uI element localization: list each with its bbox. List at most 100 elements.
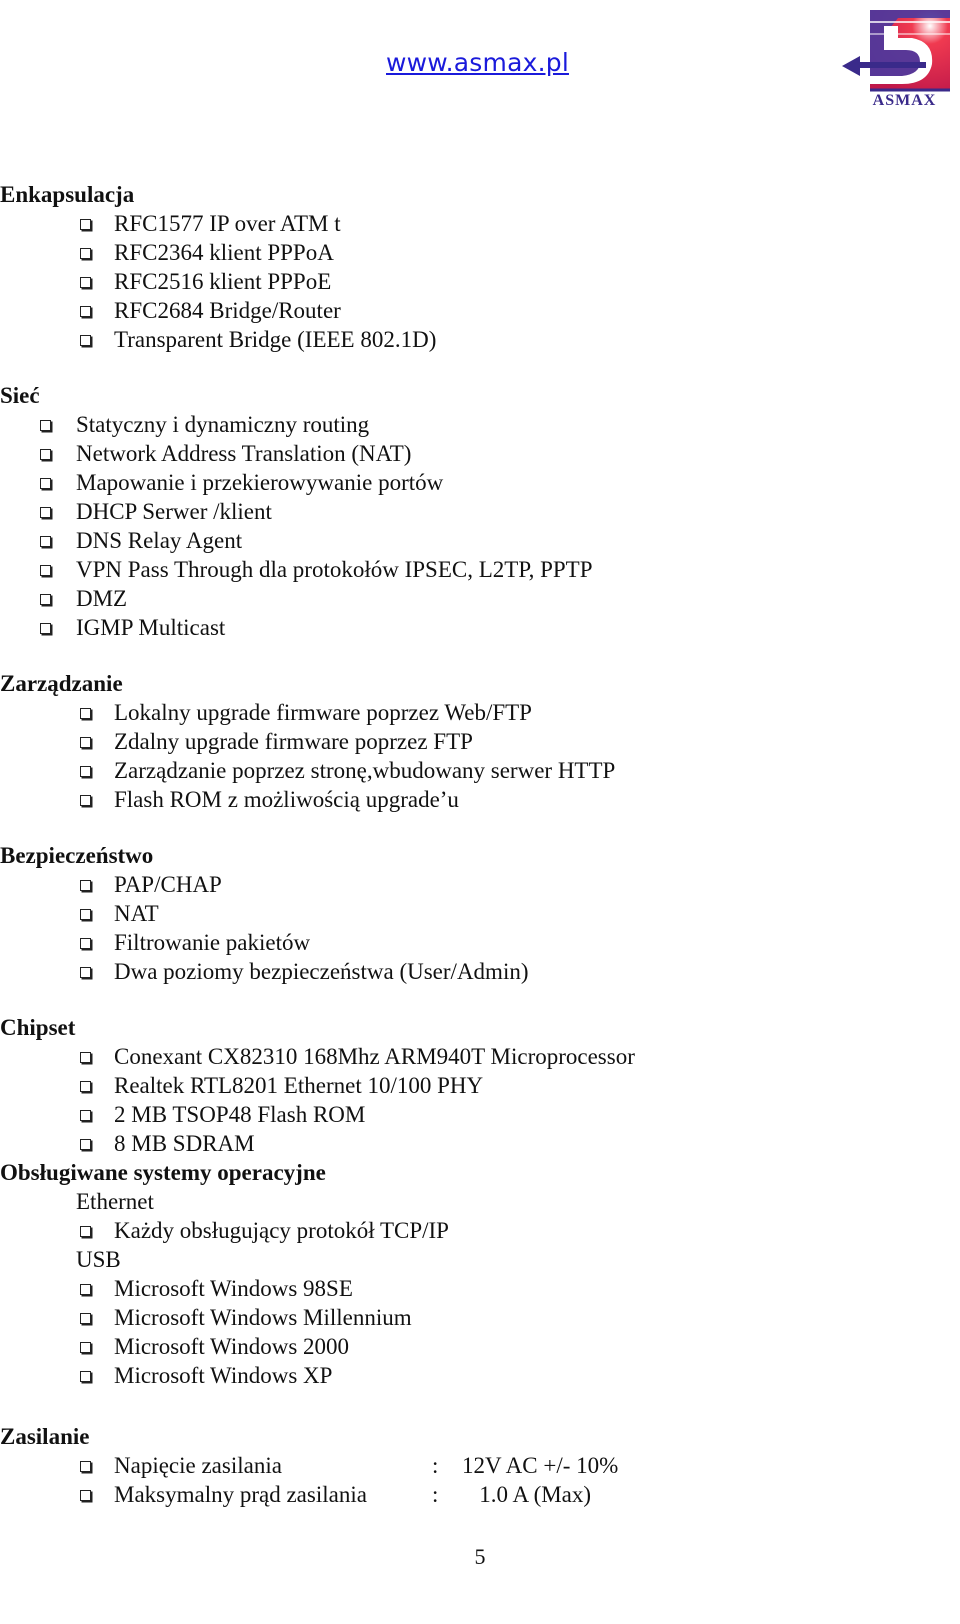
asmax-logo-icon (842, 10, 950, 92)
power-separator: : (432, 1482, 439, 1507)
management-list: Lokalny upgrade firmware poprzez Web/FTP… (0, 698, 960, 814)
list-item: PAP/CHAP (0, 870, 960, 899)
checkbox-bullet-icon (40, 536, 51, 547)
item-text: VPN Pass Through dla protokołów IPSEC, L… (76, 557, 593, 582)
checkbox-bullet-icon (80, 880, 91, 891)
item-text: PAP/CHAP (114, 872, 222, 897)
os-usb-list: Microsoft Windows 98SE Microsoft Windows… (0, 1274, 960, 1390)
checkbox-bullet-icon (80, 1490, 91, 1501)
list-item: Microsoft Windows XP (0, 1361, 960, 1390)
checkbox-bullet-icon (80, 219, 91, 230)
page-number: 5 (474, 1544, 486, 1569)
item-text: RFC2364 klient PPPoA (114, 240, 334, 265)
checkbox-bullet-icon (80, 306, 91, 317)
os-usb-label: USB (76, 1247, 121, 1272)
list-item: Realtek RTL8201 Ethernet 10/100 PHY (0, 1071, 960, 1100)
item-text: Filtrowanie pakietów (114, 930, 311, 955)
list-item: DMZ (0, 584, 960, 613)
section-title-encapsulation: Enkapsulacja (0, 182, 135, 207)
section-title-management: Zarządzanie (0, 671, 123, 696)
section-title-network: Sieć (0, 383, 40, 408)
list-item: Zarządzanie poprzez stronę,wbudowany ser… (0, 756, 960, 785)
checkbox-bullet-icon (80, 1081, 91, 1092)
list-item: DNS Relay Agent (0, 526, 960, 555)
item-text: 2 MB TSOP48 Flash ROM (114, 1102, 366, 1127)
list-item: RFC2684 Bridge/Router (0, 296, 960, 325)
checkbox-bullet-icon (80, 1371, 91, 1382)
checkbox-bullet-icon (40, 565, 51, 576)
item-text: Microsoft Windows 2000 (114, 1334, 350, 1359)
item-text: DHCP Serwer /klient (76, 499, 272, 524)
item-text: Realtek RTL8201 Ethernet 10/100 PHY (114, 1073, 484, 1098)
checkbox-bullet-icon (80, 737, 91, 748)
list-item: Każdy obsługujący protokół TCP/IP (0, 1216, 960, 1245)
list-item: Microsoft Windows Millennium (0, 1303, 960, 1332)
list-item: Mapowanie i przekierowywanie portów (0, 468, 960, 497)
list-item: Microsoft Windows 98SE (0, 1274, 960, 1303)
asmax-logo: ASMAX (840, 4, 955, 112)
checkbox-bullet-icon (80, 1139, 91, 1150)
item-text: Conexant CX82310 168Mhz ARM940T Micropro… (114, 1044, 635, 1069)
item-text: DMZ (76, 586, 128, 611)
item-text: Transparent Bridge (IEEE 802.1D) (114, 327, 437, 352)
item-text: Każdy obsługujący protokół TCP/IP (114, 1218, 449, 1243)
list-item: IGMP Multicast (0, 613, 960, 642)
checkbox-bullet-icon (80, 1226, 91, 1237)
checkbox-bullet-icon (80, 1342, 91, 1353)
encapsulation-list: RFC1577 IP over ATM t RFC2364 klient PPP… (0, 209, 960, 354)
list-item: 2 MB TSOP48 Flash ROM (0, 1100, 960, 1129)
power-separator: : (432, 1453, 439, 1478)
item-text: Lokalny upgrade firmware poprzez Web/FTP (114, 700, 532, 725)
power-value: 1.0 A (Max) (462, 1482, 592, 1507)
security-list: PAP/CHAP NAT Filtrowanie pakietów Dwa po… (0, 870, 960, 986)
os-ethernet-list: Każdy obsługujący protokół TCP/IP (0, 1216, 960, 1245)
power-label: Napięcie zasilania (114, 1453, 282, 1478)
power-label: Maksymalny prąd zasilania (114, 1482, 367, 1507)
item-text: RFC1577 IP over ATM t (114, 211, 341, 236)
os-ethernet-label: Ethernet (76, 1189, 154, 1214)
list-item: Statyczny i dynamiczny routing (0, 410, 960, 439)
list-item: Conexant CX82310 168Mhz ARM940T Micropro… (0, 1042, 960, 1071)
checkbox-bullet-icon (80, 795, 91, 806)
power-value: 12V AC +/- 10% (462, 1453, 619, 1478)
item-text: 8 MB SDRAM (114, 1131, 255, 1156)
list-item: Flash ROM z możliwością upgrade’u (0, 785, 960, 814)
item-text: Mapowanie i przekierowywanie portów (76, 470, 444, 495)
checkbox-bullet-icon (40, 507, 51, 518)
checkbox-bullet-icon (80, 708, 91, 719)
checkbox-bullet-icon (40, 623, 51, 634)
checkbox-bullet-icon (80, 1110, 91, 1121)
checkbox-bullet-icon (80, 277, 91, 288)
item-text: Microsoft Windows XP (114, 1363, 333, 1388)
checkbox-bullet-icon (80, 967, 91, 978)
list-item: Dwa poziomy bezpieczeństwa (User/Admin) (0, 957, 960, 986)
section-title-os: Obsługiwane systemy operacyjne (0, 1160, 326, 1185)
item-text: Zarządzanie poprzez stronę,wbudowany ser… (114, 758, 616, 783)
checkbox-bullet-icon (80, 1461, 91, 1472)
power-list: Napięcie zasilania:12V AC +/- 10% Maksym… (0, 1451, 960, 1509)
item-text: IGMP Multicast (76, 615, 226, 640)
list-item: RFC2516 klient PPPoE (0, 267, 960, 296)
spec-content: Enkapsulacja RFC1577 IP over ATM t RFC23… (0, 180, 960, 1509)
checkbox-bullet-icon (80, 1284, 91, 1295)
checkbox-bullet-icon (40, 594, 51, 605)
list-item: NAT (0, 899, 960, 928)
item-text: RFC2516 klient PPPoE (114, 269, 332, 294)
list-item: Network Address Translation (NAT) (0, 439, 960, 468)
item-text: NAT (114, 901, 159, 926)
chipset-list: Conexant CX82310 168Mhz ARM940T Micropro… (0, 1042, 960, 1158)
list-item: VPN Pass Through dla protokołów IPSEC, L… (0, 555, 960, 584)
power-row: Maksymalny prąd zasilania: 1.0 A (Max) (0, 1480, 960, 1509)
item-text: DNS Relay Agent (76, 528, 243, 553)
site-link[interactable]: www.asmax.pl (386, 48, 569, 77)
list-item: Filtrowanie pakietów (0, 928, 960, 957)
checkbox-bullet-icon (80, 335, 91, 346)
item-text: Microsoft Windows 98SE (114, 1276, 353, 1301)
checkbox-bullet-icon (40, 420, 51, 431)
list-item: RFC2364 klient PPPoA (0, 238, 960, 267)
section-title-power: Zasilanie (0, 1424, 90, 1449)
checkbox-bullet-icon (80, 938, 91, 949)
item-text: Network Address Translation (NAT) (76, 441, 412, 466)
item-text: Flash ROM z możliwością upgrade’u (114, 787, 459, 812)
item-text: RFC2684 Bridge/Router (114, 298, 341, 323)
